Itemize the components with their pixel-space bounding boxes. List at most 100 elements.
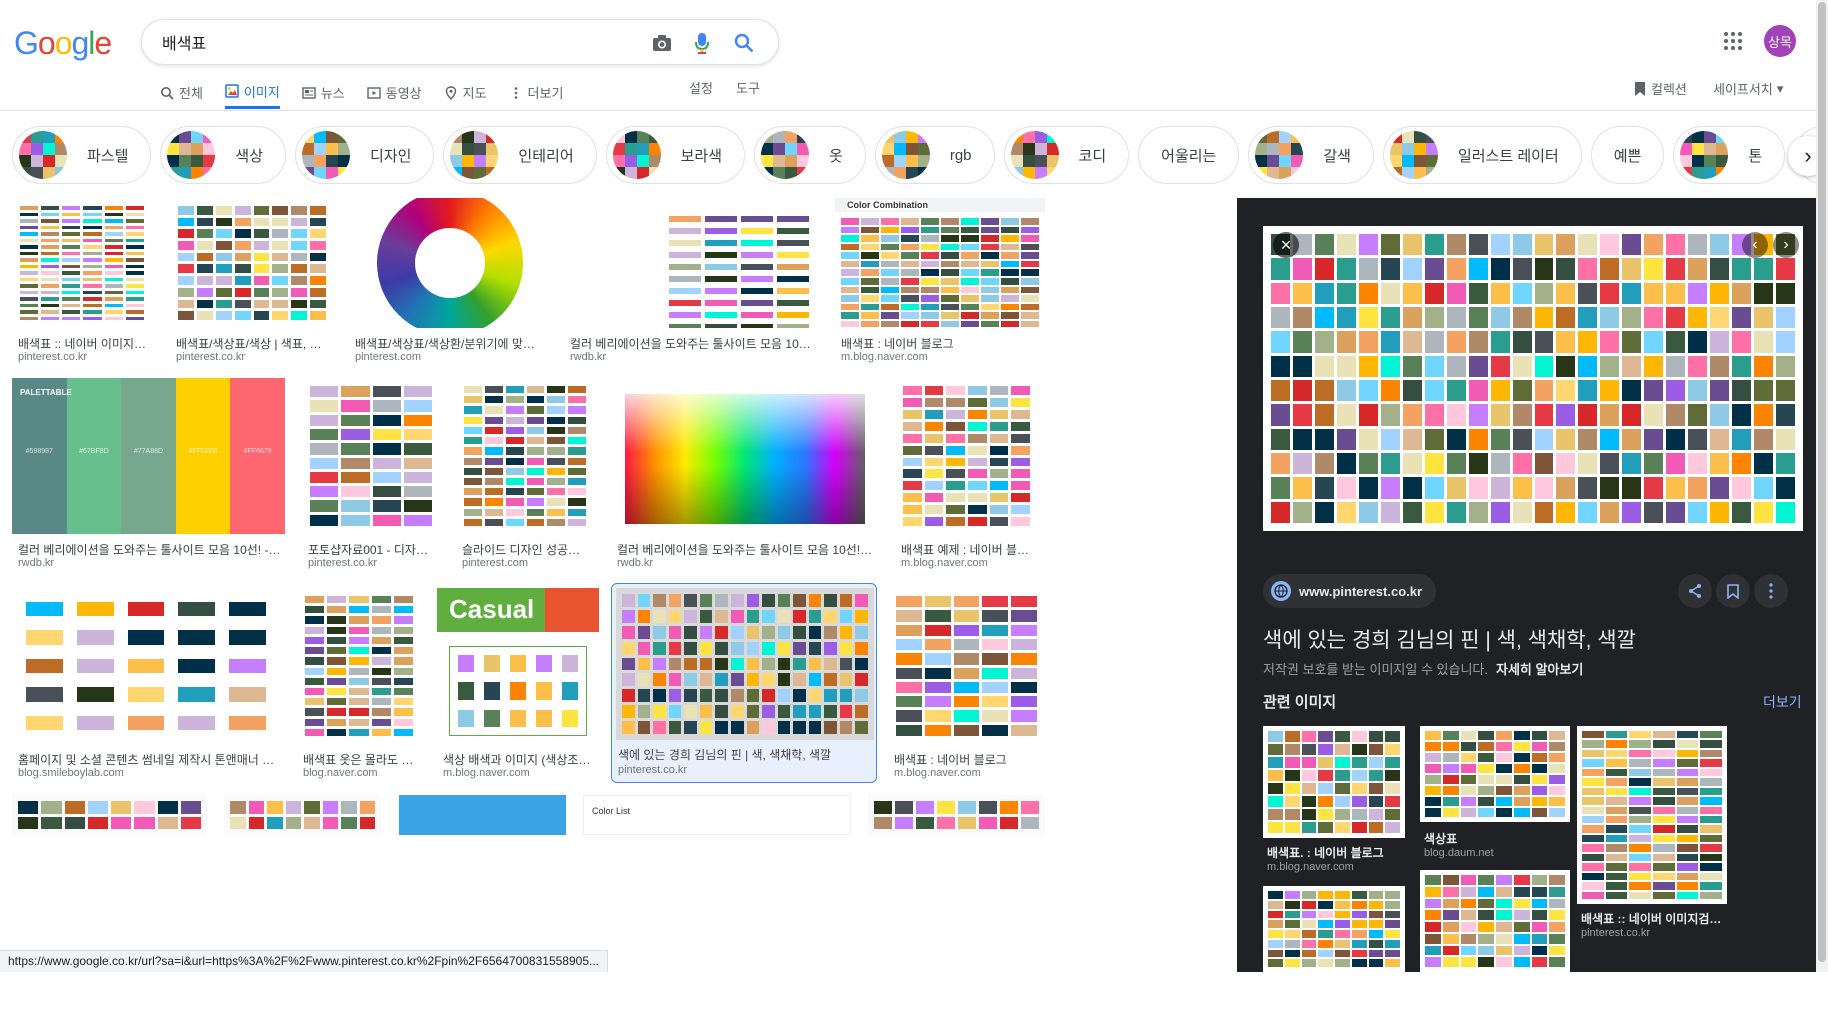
account-avatar[interactable]: 상목 (1764, 25, 1796, 57)
result-thumbnail[interactable]: Color Combination (835, 198, 1045, 328)
chip-7[interactable]: rgb (874, 126, 995, 184)
result-title[interactable]: 색에 있는 경희 김님의 핀 | 색, 색채학, 색깔 (618, 746, 874, 763)
preview-image[interactable] (1263, 226, 1803, 531)
related-image[interactable]: 색상표 blog.daum.net (1420, 726, 1570, 862)
close-icon[interactable]: × (1273, 232, 1299, 258)
related-title[interactable]: 배색표. : 네이버 블로그 (1267, 844, 1403, 861)
learn-more-link[interactable]: 자세히 알아보기 (1496, 662, 1583, 677)
tab-all[interactable]: 전체 (160, 76, 203, 109)
result-title[interactable]: 홈페이지 및 소셜 콘텐츠 썸네일 제작시 톤앤매너 색상 ... (18, 751, 276, 768)
result-thumbnail[interactable] (564, 198, 820, 328)
result-title[interactable]: 배색표 옷은 몰라도 색... (303, 751, 417, 768)
result-title[interactable]: 배색표/색상표/색상 | 색표, 색상... (176, 335, 330, 352)
result-title[interactable]: 슬라이드 디자인 성공의 결... (462, 541, 590, 558)
image-result-thumbnail-partial[interactable]: Color List (583, 795, 851, 835)
image-result-thumbnail-partial[interactable] (868, 795, 1045, 835)
chip-13[interactable]: 톤 (1673, 126, 1786, 184)
related-image[interactable] (1420, 870, 1570, 1012)
related-thumbnail[interactable] (1263, 886, 1405, 972)
collections-link[interactable]: 컬렉션 (1633, 79, 1687, 98)
chip-2[interactable]: 색상 (160, 126, 287, 184)
share-icon[interactable] (1678, 574, 1712, 608)
tab-images[interactable]: 이미지 (224, 76, 280, 109)
result-thumbnail[interactable]: #598987 #67BF8D #77A88D #FFD000 #FF6670 PALET… (12, 378, 285, 534)
chevron-left-icon[interactable]: ‹ (1742, 232, 1768, 258)
chip-10[interactable]: 갈색 (1248, 126, 1374, 184)
result-title[interactable]: 배색표 : 네이버 블로그 (841, 335, 1041, 352)
settings-link[interactable]: 설정 (689, 78, 713, 97)
search-icon[interactable] (732, 31, 756, 55)
result-thumbnail[interactable] (12, 588, 280, 744)
bookmark-icon[interactable] (1716, 574, 1750, 608)
more-related-link[interactable]: 더보기 (1763, 692, 1802, 712)
source-site-link[interactable]: www.pinterest.co.kr (1263, 574, 1437, 608)
related-thumbnail[interactable] (1420, 870, 1570, 972)
google-logo[interactable]: Google (14, 25, 112, 62)
result-title[interactable]: 컬러 베리에이션을 도와주는 툴사이트 모음 10선! - RWDB (18, 541, 281, 558)
image-result[interactable]: 배색표/색상표/색상 | 색표, 색상... pinterest.co.kr (170, 198, 334, 376)
result-thumbnail[interactable]: Casual (437, 588, 599, 744)
image-result[interactable]: 컬러 베리에이션을 도와주는 툴사이트 모음 10선! - RW... rwdb.… (611, 378, 879, 582)
chip-1[interactable]: 파스텔 (12, 126, 152, 184)
related-title[interactable]: 배색표 :: 네이버 이미지검색 |... (1581, 910, 1725, 927)
tab-news[interactable]: 뉴스 (302, 76, 345, 109)
related-image[interactable]: 배색표. : 네이버 블로그 m.blog.naver.com (1263, 726, 1405, 878)
chip-8[interactable]: 코디 (1003, 126, 1130, 184)
image-result[interactable]: #598987 #67BF8D #77A88D #FFD000 #FF6670 PALET… (12, 378, 285, 582)
result-title[interactable]: 컬러 베리에이션을 도와주는 툴사이트 모음 10선! - RW... (617, 541, 875, 558)
result-thumbnail[interactable] (888, 588, 1045, 744)
related-title[interactable]: 색상표 (1424, 830, 1568, 847)
tools-link[interactable]: 도구 (736, 78, 760, 97)
apps-grid-icon[interactable] (1721, 29, 1745, 53)
more-vert-icon[interactable] (1754, 574, 1788, 608)
related-thumbnail[interactable] (1263, 726, 1405, 838)
image-result-thumbnail-partial[interactable] (399, 795, 566, 835)
chip-5[interactable]: 보라색 (605, 126, 746, 184)
image-result[interactable]: 슬라이드 디자인 성공의 결... pinterest.com (456, 378, 594, 582)
chevron-right-icon[interactable]: › (1773, 232, 1799, 258)
result-title[interactable]: 배색표 예제 : 네이버 블로그 (901, 541, 1034, 558)
result-title[interactable]: 컬러 베리에이션을 도와주는 툴사이트 모음 10선! - ... (570, 335, 816, 352)
search-input[interactable] (162, 30, 632, 54)
related-image[interactable]: 배색표 :: 네이버 이미지검색 |... pinterest.co.kr (1577, 726, 1727, 944)
image-result[interactable]: 배색표 :: 네이버 이미지검... pinterest.co.kr (12, 198, 152, 376)
result-title[interactable]: 배색표 :: 네이버 이미지검... (18, 335, 148, 352)
image-result[interactable]: 배색표 옷은 몰라도 색... blog.naver.com (297, 588, 421, 792)
result-thumbnail[interactable] (611, 378, 879, 534)
image-result-thumbnail-partial[interactable] (224, 795, 381, 835)
result-title[interactable]: 배색표/색상표/색상환/분위기에 맞는 ... (355, 335, 545, 352)
image-result[interactable]: Color Combination 배색표 : 네이버 블로그 m.blog.nav… (835, 198, 1045, 376)
image-result[interactable]: 색에 있는 경희 김님의 핀 | 색, 색채학, 색깔 pinterest.co.… (611, 583, 877, 783)
result-thumbnail[interactable] (616, 588, 874, 740)
image-result[interactable]: Casual 색상 배색과 이미지 (색상조합 ... m.blog.naver.c… (437, 588, 599, 792)
related-image[interactable] (1263, 886, 1405, 1012)
result-title[interactable]: 색상 배색과 이미지 (색상조합 ... (443, 751, 595, 768)
image-result[interactable]: 배색표 예제 : 네이버 블로그 m.blog.naver.com (895, 378, 1038, 582)
tab-maps[interactable]: 지도 (444, 76, 487, 109)
microphone-icon[interactable] (690, 31, 714, 55)
chip-4[interactable]: 인테리어 (443, 126, 597, 184)
chip-12[interactable]: 예쁜 (1590, 126, 1665, 184)
tab-more[interactable]: 더보기 (509, 76, 563, 109)
result-thumbnail[interactable] (12, 198, 152, 328)
image-result[interactable]: 컬러 베리에이션을 도와주는 툴사이트 모음 10선! - ... rwdb.kr (564, 198, 820, 376)
camera-icon[interactable] (650, 31, 674, 55)
tab-videos[interactable]: 동영상 (367, 76, 422, 109)
image-result[interactable]: 포토샵자료001 - 디자인에 ...pinterest.co.kr (302, 378, 440, 582)
result-thumbnail[interactable] (170, 198, 334, 328)
chip-11[interactable]: 일러스트 레이터 (1382, 126, 1582, 184)
chip-6[interactable]: 옷 (754, 126, 866, 184)
image-result[interactable]: 배색표/색상표/색상환/분위기에 맞는 ... pinterest.com (349, 198, 549, 376)
page-scrollbar[interactable] (1816, 0, 1828, 972)
safesearch-menu[interactable]: 세이프서치 ▾ (1713, 79, 1783, 98)
result-title[interactable]: 배색표 : 네이버 블로그 (894, 751, 1041, 768)
related-thumbnail[interactable] (1577, 726, 1727, 904)
related-thumbnail[interactable] (1420, 726, 1570, 822)
chip-3[interactable]: 디자인 (295, 126, 435, 184)
result-thumbnail[interactable] (349, 198, 549, 328)
result-thumbnail[interactable] (456, 378, 594, 534)
preview-title[interactable]: 색에 있는 경희 김님의 핀 | 색, 색채학, 색깔 (1263, 624, 1636, 654)
image-result[interactable]: 홈페이지 및 소셜 콘텐츠 썸네일 제작시 톤앤매너 색상 ... blog.sm… (12, 588, 280, 792)
result-thumbnail[interactable] (302, 378, 440, 534)
chip-9[interactable]: 어울리는 (1138, 126, 1240, 184)
